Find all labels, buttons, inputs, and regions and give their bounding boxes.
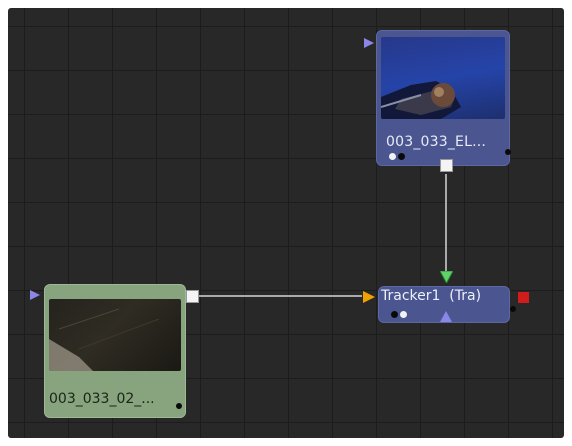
element-thumbnail-image	[381, 81, 461, 119]
plate-thumbnail	[49, 299, 181, 371]
view-indicator-right-icon[interactable]	[398, 153, 405, 160]
plate-input-arrow-icon[interactable]	[30, 290, 40, 300]
node-corner-dot-icon	[510, 306, 516, 312]
element-output-port-icon[interactable]	[440, 159, 453, 172]
plate-thumbnail-image	[49, 308, 160, 371]
effect-mask-input-arrow-icon[interactable]	[440, 311, 452, 322]
plate-output-port-icon[interactable]	[186, 290, 199, 303]
node-corner-dot-icon	[505, 149, 511, 155]
node-tracker[interactable]: Tracker1 (Tra)	[378, 286, 516, 323]
background-input-arrow-icon[interactable]	[363, 291, 375, 303]
element-input-arrow-icon[interactable]	[364, 38, 374, 48]
element-thumbnail	[381, 37, 505, 119]
plate-node-label: 003_033_02_...	[49, 391, 155, 407]
tracker-output-port-icon[interactable]	[518, 292, 529, 303]
foreground-input-arrow-icon[interactable]	[440, 271, 453, 283]
node-corner-dot-icon	[176, 403, 182, 409]
view-indicator-right-icon[interactable]	[400, 311, 407, 318]
view-indicator-left-icon[interactable]	[389, 153, 396, 160]
flow-canvas[interactable]: 003_033_EL... 003_033_02_... Tracker1 (T…	[8, 8, 564, 438]
view-indicator-left-icon[interactable]	[391, 311, 398, 318]
node-plate-media-in[interactable]: 003_033_02_...	[44, 284, 186, 418]
tracker-node-label: Tracker1 (Tra)	[381, 288, 482, 304]
node-element-media-in[interactable]: 003_033_EL...	[376, 30, 511, 172]
element-node-label: 003_033_EL...	[386, 134, 487, 150]
